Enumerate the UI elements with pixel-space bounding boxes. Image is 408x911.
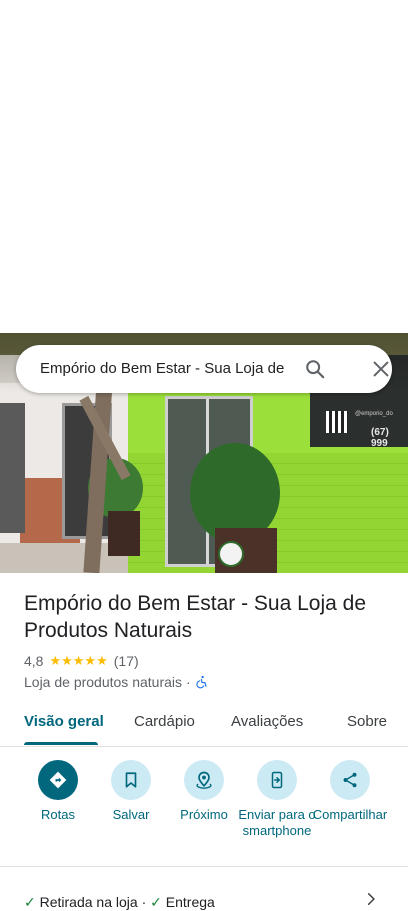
photo-qr-code (326, 411, 348, 433)
photo-left-door (0, 403, 25, 533)
directions-button[interactable]: Rotas (19, 760, 97, 823)
send-to-phone-label: Enviar para o smartphone (238, 807, 316, 838)
share-button[interactable]: Compartilhar (311, 760, 389, 823)
section-divider (0, 866, 408, 867)
photo-sign-handle: @emporio_do (355, 411, 393, 417)
share-icon (343, 772, 357, 788)
review-count[interactable]: (17) (114, 653, 139, 669)
category-label: Loja de produtos naturais (24, 674, 182, 690)
category-row: Loja de produtos naturais · (24, 674, 209, 690)
place-tabs: Visão geral Cardápio Avaliações Sobre (0, 700, 408, 747)
chevron-right-icon[interactable] (364, 892, 378, 906)
rating-row[interactable]: 4,8 ★★★★★ (17) (24, 653, 139, 669)
service-pickup: Retirada na loja (39, 894, 138, 910)
tab-overview[interactable]: Visão geral (24, 713, 104, 730)
send-to-phone-button[interactable]: Enviar para o smartphone (238, 760, 316, 839)
service-delivery: Entrega (165, 894, 215, 910)
services-row[interactable]: ✓ Retirada na loja · ✓ Entrega (24, 894, 215, 911)
share-label: Compartilhar (312, 807, 388, 822)
search-bar[interactable]: Empório do Bem Estar - Sua Loja de (16, 345, 392, 393)
directions-label: Rotas (41, 807, 75, 822)
rating-stars-icon: ★★★★★ (49, 653, 108, 668)
tab-about[interactable]: Sobre (347, 713, 387, 730)
active-tab-indicator (24, 742, 98, 745)
directions-icon (49, 771, 67, 789)
close-icon[interactable] (370, 358, 392, 380)
save-label: Salvar (112, 807, 150, 822)
check-icon: ✓ (24, 894, 36, 910)
photo-sign-phone: (67) 999 (371, 427, 389, 449)
nearby-icon (196, 771, 212, 789)
search-icon[interactable] (304, 358, 326, 380)
place-title: Empório do Bem Estar - Sua Loja de Produ… (24, 592, 367, 642)
nearby-label: Próximo (180, 807, 228, 822)
category-separator: · (186, 674, 191, 690)
tab-menu[interactable]: Cardápio (134, 713, 195, 730)
photo-pot-small (108, 511, 140, 556)
wheelchair-accessible-icon (196, 675, 207, 689)
send-to-phone-icon (271, 771, 283, 789)
rating-value: 4,8 (24, 653, 44, 669)
tab-reviews[interactable]: Avaliações (231, 713, 303, 730)
nearby-button[interactable]: Próximo (165, 760, 243, 823)
bookmark-icon (125, 772, 137, 788)
save-button[interactable]: Salvar (92, 760, 170, 823)
search-input[interactable]: Empório do Bem Estar - Sua Loja de (40, 345, 302, 393)
photo-store-logo (218, 541, 244, 567)
service-separator: · (141, 894, 147, 910)
check-icon: ✓ (150, 894, 162, 910)
